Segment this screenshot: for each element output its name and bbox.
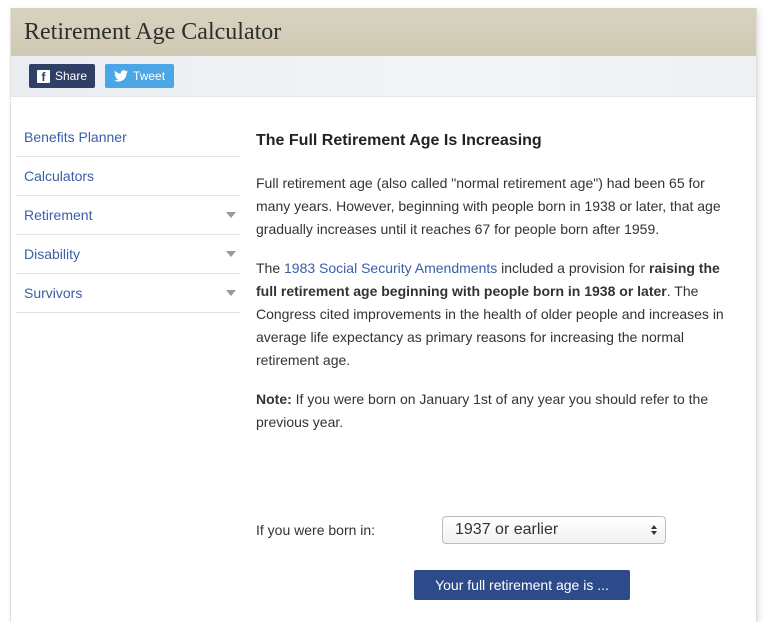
note-label: Note: [256,391,292,407]
sidebar-nav: Benefits Planner Calculators Retirement … [16,118,240,313]
main-content: The Full Retirement Age Is Increasing Fu… [256,132,726,450]
facebook-share-button[interactable]: f Share [29,64,96,88]
amendments-link[interactable]: 1983 Social Security Amendments [284,260,497,276]
chevron-down-icon[interactable] [226,251,236,257]
social-share-bar: f Share Tweet [11,56,756,97]
birth-year-select[interactable]: 1937 or earlier [442,516,666,544]
title-bar: Retirement Age Calculator [11,8,756,56]
birth-year-row: If you were born in: 1937 or earlier [256,516,666,544]
sidebar-item-label: Disability [24,246,81,262]
sidebar-item-label: Survivors [24,285,83,301]
chevron-down-icon[interactable] [226,290,236,296]
amendments-paragraph: The 1983 Social Security Amendments incl… [256,257,726,372]
select-arrows-icon [651,525,657,535]
select-value: 1937 or earlier [455,521,559,538]
twitter-bird-icon [114,70,129,82]
facebook-icon: f [37,69,50,84]
text-fragment: The [256,260,285,276]
tweet-label: Tweet [133,69,166,83]
note-paragraph: Note: If you were born on January 1st of… [256,388,726,434]
page-title: Retirement Age Calculator [24,18,282,45]
sidebar-item-label: Retirement [24,207,93,223]
sidebar-item-label: Calculators [24,168,95,184]
intro-paragraph: Full retirement age (also called "normal… [256,175,721,237]
sidebar-item-benefits-planner[interactable]: Benefits Planner [16,118,240,157]
sidebar-item-calculators[interactable]: Calculators [16,157,240,196]
sidebar-item-retirement[interactable]: Retirement [16,196,240,235]
note-text: If you were born on January 1st of any y… [256,391,709,430]
share-label: Share [55,69,88,83]
section-heading: The Full Retirement Age Is Increasing [256,132,542,149]
chevron-down-icon[interactable] [226,212,236,218]
text-fragment: included a provision for [497,260,650,276]
tweet-button[interactable]: Tweet [105,64,175,88]
sidebar-item-disability[interactable]: Disability [16,235,240,274]
birth-year-label: If you were born in: [256,522,376,538]
sidebar-item-survivors[interactable]: Survivors [16,274,240,313]
sidebar-item-label: Benefits Planner [24,129,127,145]
calculate-retirement-age-button[interactable]: Your full retirement age is ... [414,570,630,600]
